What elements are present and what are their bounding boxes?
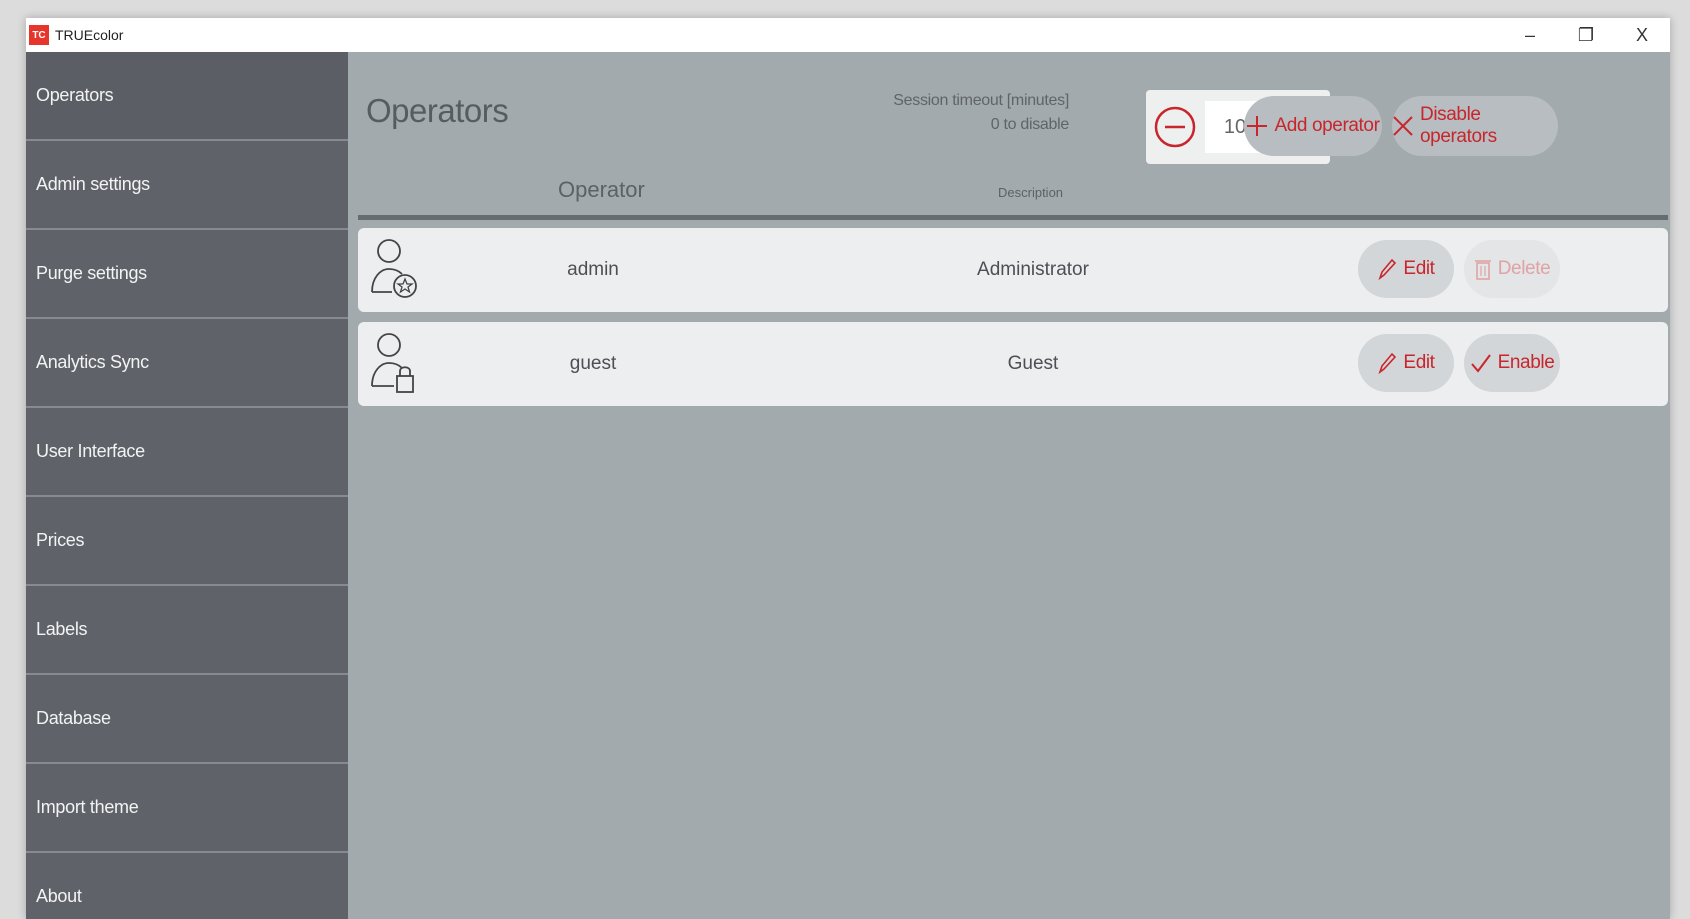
pencil-icon — [1377, 258, 1397, 280]
close-button[interactable]: X — [1614, 18, 1670, 52]
sidebar-item-admin-settings[interactable]: Admin settings — [26, 141, 348, 230]
delete-button[interactable]: Delete — [1464, 240, 1560, 298]
edit-button[interactable]: Edit — [1358, 334, 1454, 392]
disable-operators-label: Disable operators — [1420, 104, 1497, 147]
sidebar-item-purge-settings[interactable]: Purge settings — [26, 230, 348, 319]
minimize-button[interactable]: – — [1502, 18, 1558, 52]
app-logo: TC — [29, 25, 49, 45]
main-panel: Operators Session timeout [minutes] 0 to… — [348, 52, 1670, 919]
operator-name: admin — [567, 259, 619, 280]
page-title: Operators — [366, 92, 509, 129]
sidebar-item-user-interface[interactable]: User Interface — [26, 408, 348, 497]
sidebar: Operators Admin settings Purge settings … — [26, 52, 348, 919]
column-header-operator[interactable]: Operator — [558, 177, 645, 203]
disable-operators-button[interactable]: Disable operators — [1392, 96, 1558, 156]
table-row[interactable]: guest Guest Edit Enable — [358, 322, 1668, 406]
sidebar-item-labels[interactable]: Labels — [26, 586, 348, 675]
sidebar-item-analytics-sync[interactable]: Analytics Sync — [26, 319, 348, 408]
header-divider — [358, 215, 1668, 220]
app-window: TC TRUEcolor – ❐ X Operators Admin setti… — [26, 18, 1670, 919]
edit-label: Edit — [1403, 352, 1435, 373]
edit-button[interactable]: Edit — [1358, 240, 1454, 298]
title-bar: TC TRUEcolor – ❐ X — [26, 18, 1670, 52]
operator-description: Guest — [1007, 353, 1059, 374]
sidebar-item-prices[interactable]: Prices — [26, 497, 348, 586]
checkmark-icon — [1470, 352, 1492, 374]
x-icon — [1392, 115, 1414, 137]
sidebar-item-about[interactable]: About — [26, 853, 348, 919]
locked-user-icon — [368, 330, 420, 396]
operator-description: Administrator — [977, 259, 1089, 280]
add-operator-button[interactable]: Add operator — [1244, 96, 1382, 156]
window-title: TRUEcolor — [55, 27, 124, 43]
pencil-icon — [1377, 352, 1397, 374]
column-header-description[interactable]: Description — [998, 185, 1063, 200]
session-timeout-label: Session timeout [minutes] 0 to disable — [893, 89, 1069, 137]
enable-label: Enable — [1497, 352, 1555, 373]
session-timeout-label-line1: Session timeout [minutes] — [893, 92, 1069, 109]
admin-user-icon — [368, 236, 420, 302]
add-operator-label: Add operator — [1274, 115, 1380, 136]
enable-button[interactable]: Enable — [1464, 334, 1560, 392]
delete-label: Delete — [1497, 258, 1551, 279]
operator-name: guest — [569, 353, 617, 374]
decrement-button[interactable] — [1151, 103, 1199, 151]
trash-icon — [1474, 257, 1492, 281]
restore-button[interactable]: ❐ — [1558, 18, 1614, 52]
minus-circle-icon — [1154, 106, 1196, 148]
window-controls: – ❐ X — [1502, 18, 1670, 52]
sidebar-item-import-theme[interactable]: Import theme — [26, 764, 348, 853]
sidebar-item-operators[interactable]: Operators — [26, 52, 348, 141]
session-timeout-label-line2: 0 to disable — [990, 116, 1070, 133]
plus-icon — [1246, 115, 1268, 137]
table-row[interactable]: admin Administrator Edit Delete — [358, 228, 1668, 312]
edit-label: Edit — [1403, 258, 1435, 279]
sidebar-item-database[interactable]: Database — [26, 675, 348, 764]
